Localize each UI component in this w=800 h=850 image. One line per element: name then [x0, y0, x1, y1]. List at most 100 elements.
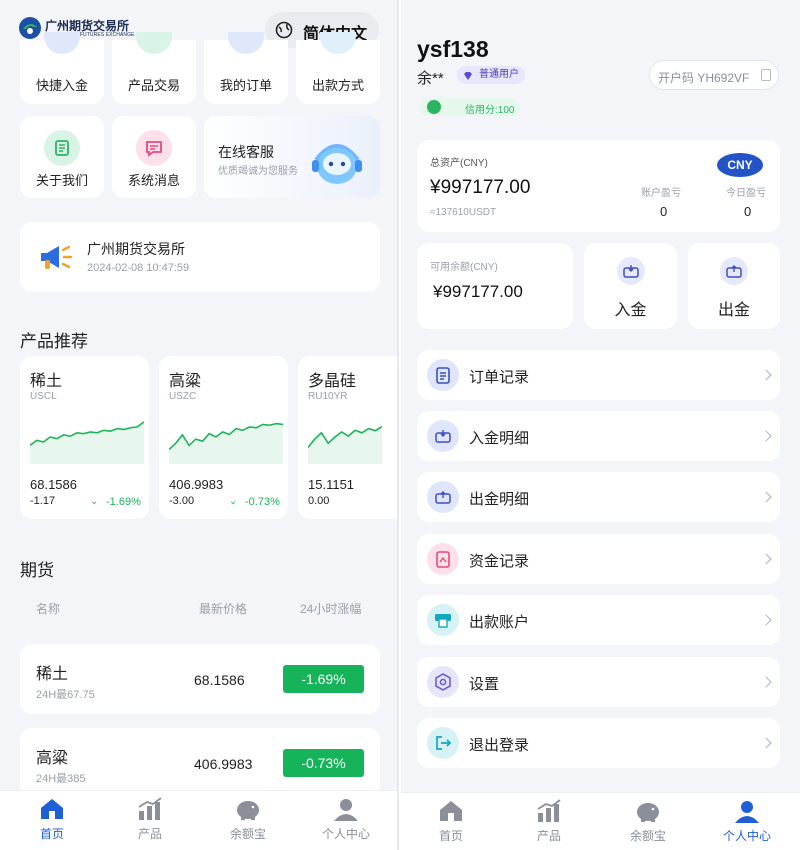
deposit-icon: [44, 32, 80, 54]
exchange-logo-icon: [18, 16, 42, 40]
tab-label: 首页: [39, 827, 64, 841]
quick-withdraw-method[interactable]: 出款方式: [296, 32, 380, 104]
home-screen: 广州期货交易所 GUANGZHOU FUTURES EXCHANGE 简体中文 …: [0, 0, 399, 850]
product-code: USZC: [169, 391, 197, 402]
futures-price: 406.9983: [194, 756, 253, 772]
quick-menu-label: 我的订单: [219, 78, 272, 93]
globe-icon: [275, 21, 293, 39]
futures-price: 68.1586: [194, 672, 245, 688]
total-assets-card: 总资产(CNY) CNY ¥997177.00 ≈137610USDT 账户盈亏…: [417, 140, 780, 232]
product-pct: -0.73%: [245, 496, 280, 508]
user-icon: [334, 799, 358, 821]
profile-screen: ysf138 余** 普通用户 信用分:100 开户码 YH692VF 总资产(…: [401, 0, 800, 850]
menu-label: 资金记录: [469, 553, 530, 570]
diamond-icon: [463, 70, 473, 80]
tab-products[interactable]: 产品: [110, 797, 190, 842]
chevron-down-icon: ⌄: [90, 496, 99, 507]
real-name: 余**: [417, 70, 444, 87]
menu-label: 退出登录: [469, 737, 530, 754]
deposit-label: 入金: [614, 302, 647, 319]
username: ysf138: [417, 36, 489, 62]
tab-label: 余额宝: [229, 827, 266, 841]
menu-order-records[interactable]: 订单记录: [417, 350, 780, 400]
invite-code: 开户码 YH692VF: [658, 71, 750, 85]
logout-icon: [427, 727, 459, 759]
futures-row[interactable]: 高粱 24H最385 406.9983 -0.73%: [20, 728, 380, 798]
today-pl-label: 今日盈亏: [726, 188, 766, 199]
bottom-tab-bar: 首页 产品 余额宝 个人中心: [0, 790, 397, 850]
tab-home[interactable]: 首页: [12, 797, 92, 842]
product-card-rare-earth[interactable]: 稀土 USCL 68.1586 -1.17 ⌄ -1.69%: [20, 356, 149, 519]
product-card-polysilicon[interactable]: 多晶硅 RU10YR 15.1151 0.00: [298, 356, 397, 519]
chevron-down-icon: ⌄: [229, 496, 238, 507]
product-pct: -1.69%: [106, 496, 141, 508]
futures-change-badge: -0.73%: [283, 749, 364, 777]
product-name: 多晶硅: [308, 373, 357, 390]
menu-fund-records[interactable]: 资金记录: [417, 534, 780, 584]
notice-card[interactable]: 广州期货交易所 2024-02-08 10:47:59: [20, 222, 380, 292]
tab-yuebao[interactable]: 余额宝: [208, 797, 288, 842]
withdraw-button[interactable]: 出金: [688, 243, 780, 329]
tab-label: 余额宝: [629, 829, 666, 843]
product-code: USCL: [30, 391, 57, 402]
message-icon: [136, 130, 172, 166]
tab-home[interactable]: 首页: [411, 799, 491, 844]
chevron-right-icon: [760, 676, 772, 688]
quick-my-orders[interactable]: 我的订单: [204, 32, 288, 104]
quick-about-us[interactable]: 关于我们: [20, 116, 104, 198]
quick-menu-label: 系统消息: [127, 173, 180, 188]
menu-deposit-details[interactable]: 入金明细: [417, 411, 780, 461]
deposit-icon: [617, 257, 645, 285]
currency-badge[interactable]: CNY: [717, 153, 763, 177]
menu-label: 出款账户: [469, 614, 530, 631]
product-change: -1.17: [30, 495, 56, 507]
orders-icon: [228, 32, 264, 54]
sparkline-area: [169, 423, 283, 464]
chevron-right-icon: [760, 430, 772, 442]
payout-account-icon: [427, 604, 459, 636]
tab-label: 个人中心: [722, 829, 771, 843]
today-pl-value: 0: [744, 204, 752, 219]
copy-icon[interactable]: [761, 69, 771, 81]
tab-profile[interactable]: 个人中心: [707, 799, 787, 844]
tab-products[interactable]: 产品: [509, 799, 589, 844]
menu-label: 设置: [469, 676, 500, 693]
online-service-card[interactable]: 在线客服 优质竭诚为您服务: [204, 116, 380, 198]
bottom-tab-bar: 首页 产品 余额宝 个人中心: [401, 792, 800, 850]
user-level-badge: 普通用户: [457, 66, 525, 84]
futures-name: 稀土: [36, 666, 69, 683]
notice-time: 2024-02-08 10:47:59: [87, 262, 190, 274]
withdraw-detail-icon: [427, 481, 459, 513]
menu-payout-account[interactable]: 出款账户: [417, 595, 780, 645]
product-sparkline: [308, 425, 382, 464]
invite-code-box[interactable]: 开户码 YH692VF: [649, 60, 779, 90]
megaphone-icon: [38, 242, 74, 272]
available-label: 可用余额(CNY): [430, 262, 498, 273]
futures-name: 高粱: [36, 750, 69, 767]
quick-product-trade[interactable]: 产品交易: [112, 32, 196, 104]
chart-icon: [138, 797, 162, 820]
futures-row[interactable]: 稀土 24H最67.75 68.1586 -1.69%: [20, 644, 380, 714]
product-card-sorghum[interactable]: 高粱 USZC 406.9983 -3.00 ⌄ -0.73%: [159, 356, 288, 519]
deposit-button[interactable]: 入金: [584, 243, 677, 329]
menu-settings[interactable]: 设置: [417, 657, 780, 707]
service-robot-icon: [308, 134, 366, 192]
menu-logout[interactable]: 退出登录: [417, 718, 780, 768]
product-sparkline: [30, 421, 144, 464]
home-icon: [41, 799, 63, 819]
total-assets-usdt: ≈137610USDT: [430, 207, 497, 218]
product-price: 68.1586: [30, 477, 77, 492]
futures-sub: 24H最67.75: [36, 689, 95, 701]
credit-score-label: 信用分:100: [465, 105, 515, 116]
notice-title: 广州期货交易所: [87, 241, 185, 257]
menu-withdraw-details[interactable]: 出金明细: [417, 472, 780, 522]
tab-yuebao[interactable]: 余额宝: [608, 799, 688, 844]
quick-system-message[interactable]: 系统消息: [112, 116, 196, 198]
quick-deposit[interactable]: 快捷入金: [20, 32, 104, 104]
product-change: 0.00: [308, 495, 330, 507]
futures-sub: 24H最385: [36, 773, 86, 785]
quick-menu-label: 关于我们: [35, 173, 88, 188]
quick-menu-label: 出款方式: [311, 78, 364, 93]
tab-profile[interactable]: 个人中心: [306, 797, 386, 842]
chevron-right-icon: [760, 737, 772, 749]
